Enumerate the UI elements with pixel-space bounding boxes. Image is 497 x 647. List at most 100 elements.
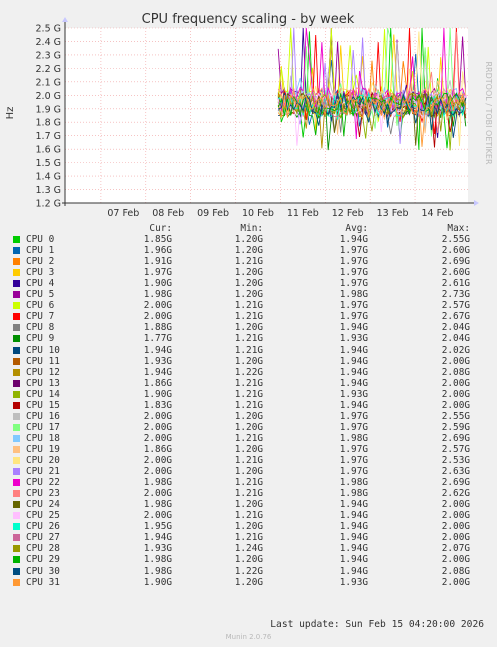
legend-row: CPU 20 2.00G 1.21G 1.97G 2.53G (0, 455, 497, 466)
legend-row: CPU 26 1.95G 1.20G 1.94G 2.00G (0, 521, 497, 532)
legend-min-value: 1.21G (234, 333, 263, 345)
legend-min-value: 1.20G (234, 443, 263, 455)
legend-name: CPU 3 (26, 267, 55, 279)
legend-avg-value: 1.94G (339, 543, 368, 555)
legend-max-value: 2.55G (441, 410, 470, 422)
legend-max-value: 2.73G (441, 289, 470, 301)
legend-row: CPU 12 1.94G 1.22G 1.94G 2.08G (0, 367, 497, 378)
legend-max-value: 2.63G (441, 466, 470, 478)
y-tick-label: 1.6 G (36, 145, 62, 156)
legend-swatch (13, 457, 20, 464)
legend-row: CPU 10 1.94G 1.21G 1.94G 2.02G (0, 345, 497, 356)
legend-swatch (13, 368, 20, 376)
legend-avg-value: 1.97G (339, 256, 368, 268)
legend-name: CPU 8 (26, 322, 55, 334)
legend-min-value: 1.22G (234, 565, 263, 577)
legend-min-value: 1.21G (234, 377, 263, 389)
legend-cur-value: 1.83G (143, 399, 172, 411)
legend-cur-value: 1.85G (143, 234, 172, 245)
legend-header-max: Max: (447, 223, 470, 234)
legend-name: CPU 5 (26, 289, 55, 301)
legend-cur-value: 2.00G (143, 300, 172, 312)
legend-cur-value: 1.97G (143, 267, 172, 279)
legend-name: CPU 7 (26, 311, 55, 323)
y-tick-label: 2.4 G (36, 37, 62, 48)
legend-name: CPU 17 (26, 421, 60, 433)
legend-avg-value: 1.97G (339, 245, 368, 257)
legend-name: CPU 4 (26, 278, 55, 290)
grid (65, 27, 468, 204)
legend-min-value: 1.20G (234, 499, 263, 511)
legend-name: CPU 18 (26, 432, 60, 444)
legend-swatch (13, 280, 20, 288)
legend-avg-value: 1.97G (339, 278, 368, 290)
legend-name: CPU 29 (26, 554, 60, 566)
legend-min-value: 1.20G (234, 289, 263, 301)
legend-max-value: 2.60G (441, 245, 470, 257)
legend-avg-value: 1.94G (339, 565, 368, 577)
legend-row: CPU 1 1.96G 1.20G 1.97G 2.60G (0, 245, 497, 256)
legend-swatch (13, 479, 20, 487)
legend-min-value: 1.21G (234, 532, 263, 544)
legend-min-value: 1.20G (234, 554, 263, 566)
legend-name: CPU 16 (26, 410, 60, 422)
legend-cur-value: 2.00G (143, 311, 172, 323)
legend-name: CPU 23 (26, 488, 60, 500)
legend-cur-value: 1.94G (143, 344, 172, 356)
legend-cur-value: 1.98G (143, 477, 172, 489)
chart-area: CPU frequency scaling - by week RRDTOOL … (5, 12, 493, 219)
legend-min-value: 1.20G (234, 421, 263, 433)
legend-min-value: 1.21G (234, 256, 263, 268)
legend-name: CPU 21 (26, 466, 60, 478)
legend-min-value: 1.21G (234, 311, 263, 323)
legend-max-value: 2.60G (441, 267, 470, 279)
legend-swatch (13, 445, 20, 453)
legend-min-value: 1.21G (234, 399, 263, 411)
legend-cur-value: 1.98G (143, 554, 172, 566)
legend-min-value: 1.21G (234, 432, 263, 444)
legend-min-value: 1.20G (234, 234, 263, 245)
legend-cur-value: 1.96G (143, 245, 172, 257)
legend-swatch (13, 512, 20, 520)
legend-row: CPU 8 1.88G 1.20G 1.94G 2.04G (0, 322, 497, 333)
legend-name: CPU 28 (26, 543, 60, 555)
legend-min-value: 1.20G (234, 466, 263, 478)
legend-header-avg: Avg: (345, 223, 368, 234)
y-tick-label: 1.4 G (36, 172, 62, 183)
legend-row: CPU 22 1.98G 1.21G 1.98G 2.69G (0, 477, 497, 488)
legend-swatch (13, 236, 20, 243)
legend-row: CPU 25 2.00G 1.21G 1.94G 2.00G (0, 510, 497, 521)
legend-swatch (13, 313, 20, 321)
munin-version: Munin 2.0.76 (225, 633, 272, 641)
legend-max-value: 2.61G (441, 278, 470, 290)
x-tick-label: 09 Feb (197, 208, 229, 219)
x-axis-ticks: 07 Feb 08 Feb 09 Feb 10 Feb 11 Feb 12 Feb 13 F… (107, 208, 453, 219)
legend-max-value: 2.04G (441, 322, 470, 334)
legend-min-value: 1.21G (234, 488, 263, 500)
legend-max-value: 2.00G (441, 388, 470, 400)
x-tick-label: 11 Feb (287, 208, 319, 219)
x-tick-label: 13 Feb (377, 208, 409, 219)
legend-row: CPU 30 1.98G 1.22G 1.94G 2.08G (0, 566, 497, 577)
legend-max-value: 2.69G (441, 256, 470, 268)
legend-swatch (13, 567, 20, 575)
legend-cur-value: 1.90G (143, 278, 172, 290)
legend-row: CPU 3 1.97G 1.20G 1.97G 2.60G (0, 267, 497, 278)
legend-row: CPU 11 1.93G 1.20G 1.94G 2.00G (0, 356, 497, 367)
legend-swatch (13, 258, 20, 266)
legend-swatch (13, 423, 20, 431)
legend-swatch (13, 468, 20, 476)
legend-cur-value: 2.00G (143, 488, 172, 500)
x-tick-label: 08 Feb (152, 208, 184, 219)
x-axis-arrow (474, 200, 479, 206)
y-axis-arrow (62, 17, 68, 22)
legend-row: CPU 4 1.90G 1.20G 1.97G 2.61G (0, 278, 497, 289)
y-tick-label: 1.5 G (36, 158, 62, 169)
legend-row: CPU 27 1.94G 1.21G 1.94G 2.00G (0, 532, 497, 543)
legend-cur-value: 1.94G (143, 532, 172, 544)
legend-max-value: 2.00G (441, 355, 470, 367)
y-tick-label: 1.2 G (36, 199, 62, 210)
legend-name: CPU 30 (26, 565, 60, 577)
legend-row: CPU 17 2.00G 1.20G 1.97G 2.59G (0, 422, 497, 433)
legend-header-row: Cur: Min: Avg: Max: (0, 223, 497, 234)
